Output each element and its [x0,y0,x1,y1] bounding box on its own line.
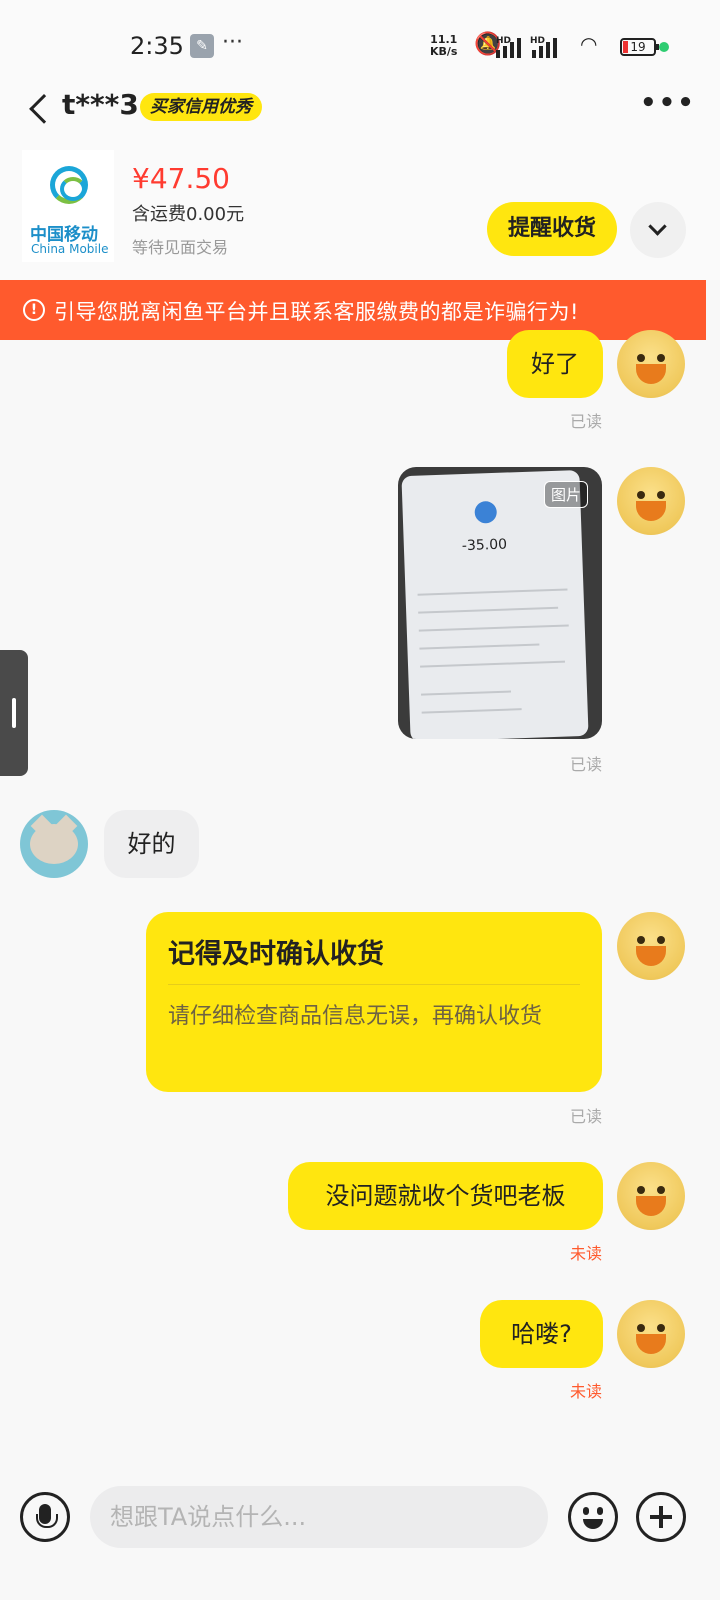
receipt-amount: -35.00 [461,536,508,555]
china-mobile-logo-icon [50,166,88,204]
remind-receipt-button[interactable]: 提醒收货 [487,202,617,256]
message-bubble-received[interactable]: 好的 [104,810,199,878]
input-bar [0,1470,720,1600]
product-card[interactable]: 中国移动 China Mobile ¥47.50 含运费0.00元 等待见面交易… [0,138,720,280]
user-name[interactable]: t***3 [62,88,139,121]
fraud-warning-banner: ! 引导您脱离闲鱼平台并且联系客服缴费的都是诈骗行为! [0,280,706,340]
more-options-icon[interactable]: ••• [640,90,694,116]
read-status: 已读 [570,412,603,431]
chevron-down-icon[interactable] [630,202,686,258]
status-time: 2:35 [130,32,184,60]
signal-icon [494,36,524,58]
logo-en-text: China Mobile [31,242,109,256]
card-title: 记得及时确认收货 [168,939,384,970]
microphone-icon[interactable] [20,1492,70,1542]
unread-status: 未读 [570,1382,603,1401]
my-avatar[interactable] [617,467,685,535]
shipping-fee: 含运费0.00元 [132,204,245,225]
back-icon[interactable] [32,88,60,128]
my-avatar[interactable] [617,330,685,398]
signal-icon-2 [530,36,560,58]
card-divider [168,984,580,985]
message-input[interactable] [90,1486,548,1548]
my-avatar[interactable] [617,1162,685,1230]
payment-icon [474,500,498,524]
network-speed-unit: KB/s [430,45,458,58]
message-bubble-sent[interactable]: 好了 [507,330,603,398]
network-speed: 11.1 KB/s [430,34,457,58]
chat-header: t***3 买家信用优秀 ••• [0,78,720,138]
unread-status: 未读 [570,1244,603,1263]
wrench-icon: ✎ [190,34,214,58]
product-image[interactable]: 中国移动 China Mobile [22,150,114,262]
alert-icon: ! [23,299,45,321]
status-more-indicator: ··· [222,30,243,55]
message-bubble-sent[interactable]: 哈喽? [480,1300,603,1368]
battery-level: 19 [630,40,646,54]
my-avatar[interactable] [617,912,685,980]
product-price: ¥47.50 [132,162,230,195]
emoji-icon[interactable] [568,1492,618,1542]
battery-icon: 19 [620,38,659,56]
wifi-icon: ◠ [580,32,598,56]
card-body: 请仔细检查商品信息无误，再确认收货 [168,1004,543,1029]
other-user-avatar[interactable] [20,810,88,878]
read-status: 已读 [570,1107,603,1126]
receipt-photo: -35.00 [401,469,589,739]
plus-icon[interactable] [636,1492,686,1542]
my-avatar[interactable] [617,1300,685,1368]
side-drawer-handle[interactable] [0,650,28,776]
read-status: 已读 [570,755,603,774]
status-green-dot [659,42,669,52]
image-tag: 图片 [543,481,588,508]
image-message[interactable]: -35.00 图片 [398,467,602,739]
confirm-receipt-card[interactable]: 记得及时确认收货 请仔细检查商品信息无误，再确认收货 [146,912,602,1092]
trade-status: 等待见面交易 [132,238,229,257]
credit-badge[interactable]: 买家信用优秀 [140,93,262,121]
message-bubble-sent[interactable]: 没问题就收个货吧老板 [288,1162,603,1230]
fraud-warning-text: 引导您脱离闲鱼平台并且联系客服缴费的都是诈骗行为! [54,300,579,324]
